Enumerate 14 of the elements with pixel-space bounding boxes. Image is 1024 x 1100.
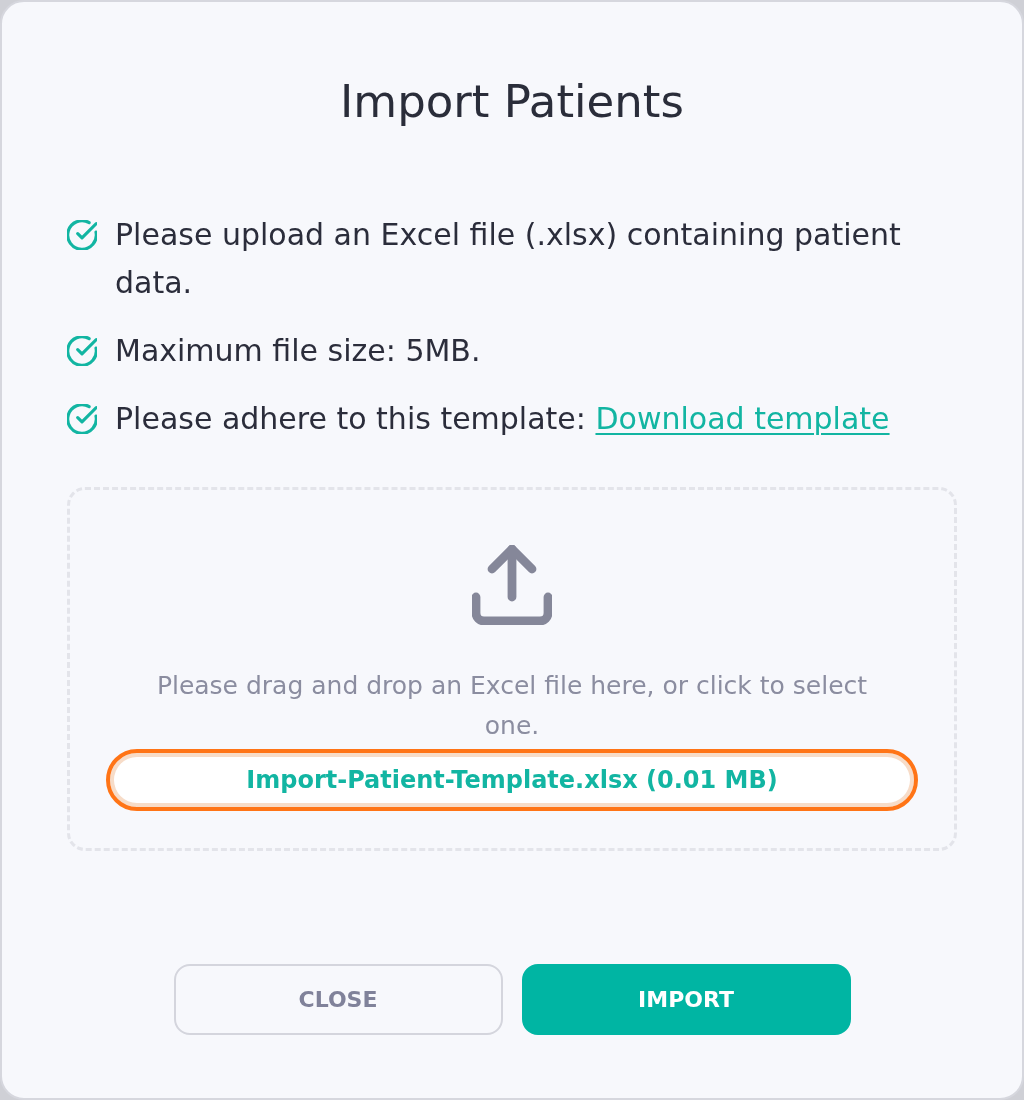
- check-circle-icon: [67, 220, 97, 250]
- file-dropzone[interactable]: Please drag and drop an Excel file here, or click to select one. Import-Patient-Template.xlsx (0.01 MB): [67, 487, 957, 851]
- download-template-link[interactable]: Download template: [595, 401, 890, 436]
- dropzone-hint: Please drag and drop an Excel file here, or click to select one.: [155, 670, 869, 742]
- requirement-text: Please adhere to this template: Download template: [115, 400, 890, 438]
- requirement-text: Maximum file size: 5MB.: [115, 332, 481, 370]
- close-button[interactable]: CLOSE: [173, 964, 503, 1035]
- upload-icon: [472, 545, 552, 625]
- requirement-text: Please upload an Excel file (.xlsx) containing patient data.: [115, 216, 902, 302]
- dialog-title: Import Patients: [340, 74, 684, 130]
- import-button[interactable]: IMPORT: [521, 964, 851, 1035]
- selected-file-chip[interactable]: Import-Patient-Template.xlsx (0.01 MB): [106, 749, 918, 811]
- check-circle-icon: [67, 336, 97, 366]
- check-circle-icon: [67, 404, 97, 434]
